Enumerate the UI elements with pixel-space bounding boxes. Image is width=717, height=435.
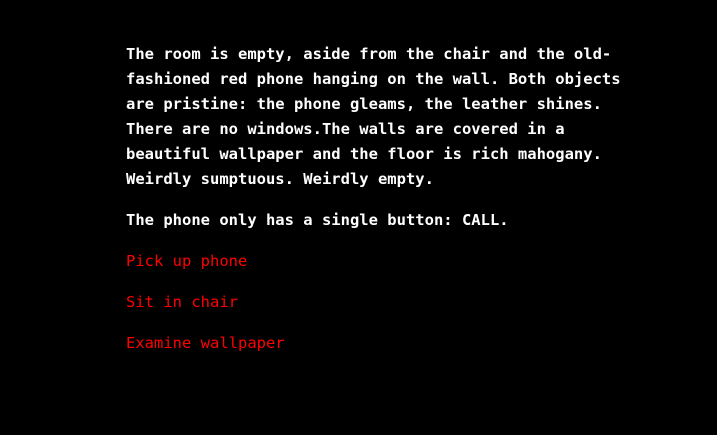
room-description: The room is empty, aside from the chair … [126, 42, 621, 192]
choice-pick-up-phone[interactable]: Pick up phone [126, 249, 596, 274]
choice-list: Pick up phone Sit in chair Examine wallp… [126, 249, 596, 356]
passage-line: There are no windows.The walls are cover… [126, 120, 565, 138]
passage-line: are pristine: the phone gleams, the leat… [126, 95, 602, 113]
choice-sit-in-chair[interactable]: Sit in chair [126, 290, 596, 315]
passage-line: The room is empty, aside from the chair … [126, 45, 612, 63]
passage-line: fashioned red phone hanging on the wall.… [126, 70, 621, 88]
passage-line: The phone only has a single button: CALL… [126, 211, 509, 229]
choice-examine-wallpaper[interactable]: Examine wallpaper [126, 331, 596, 356]
phone-description: The phone only has a single button: CALL… [126, 208, 596, 233]
story-container: The room is empty, aside from the chair … [126, 42, 621, 372]
passage-line: Weirdly sumptuous. Weirdly empty. [126, 170, 434, 188]
passage-line: beautiful wallpaper and the floor is ric… [126, 145, 602, 163]
